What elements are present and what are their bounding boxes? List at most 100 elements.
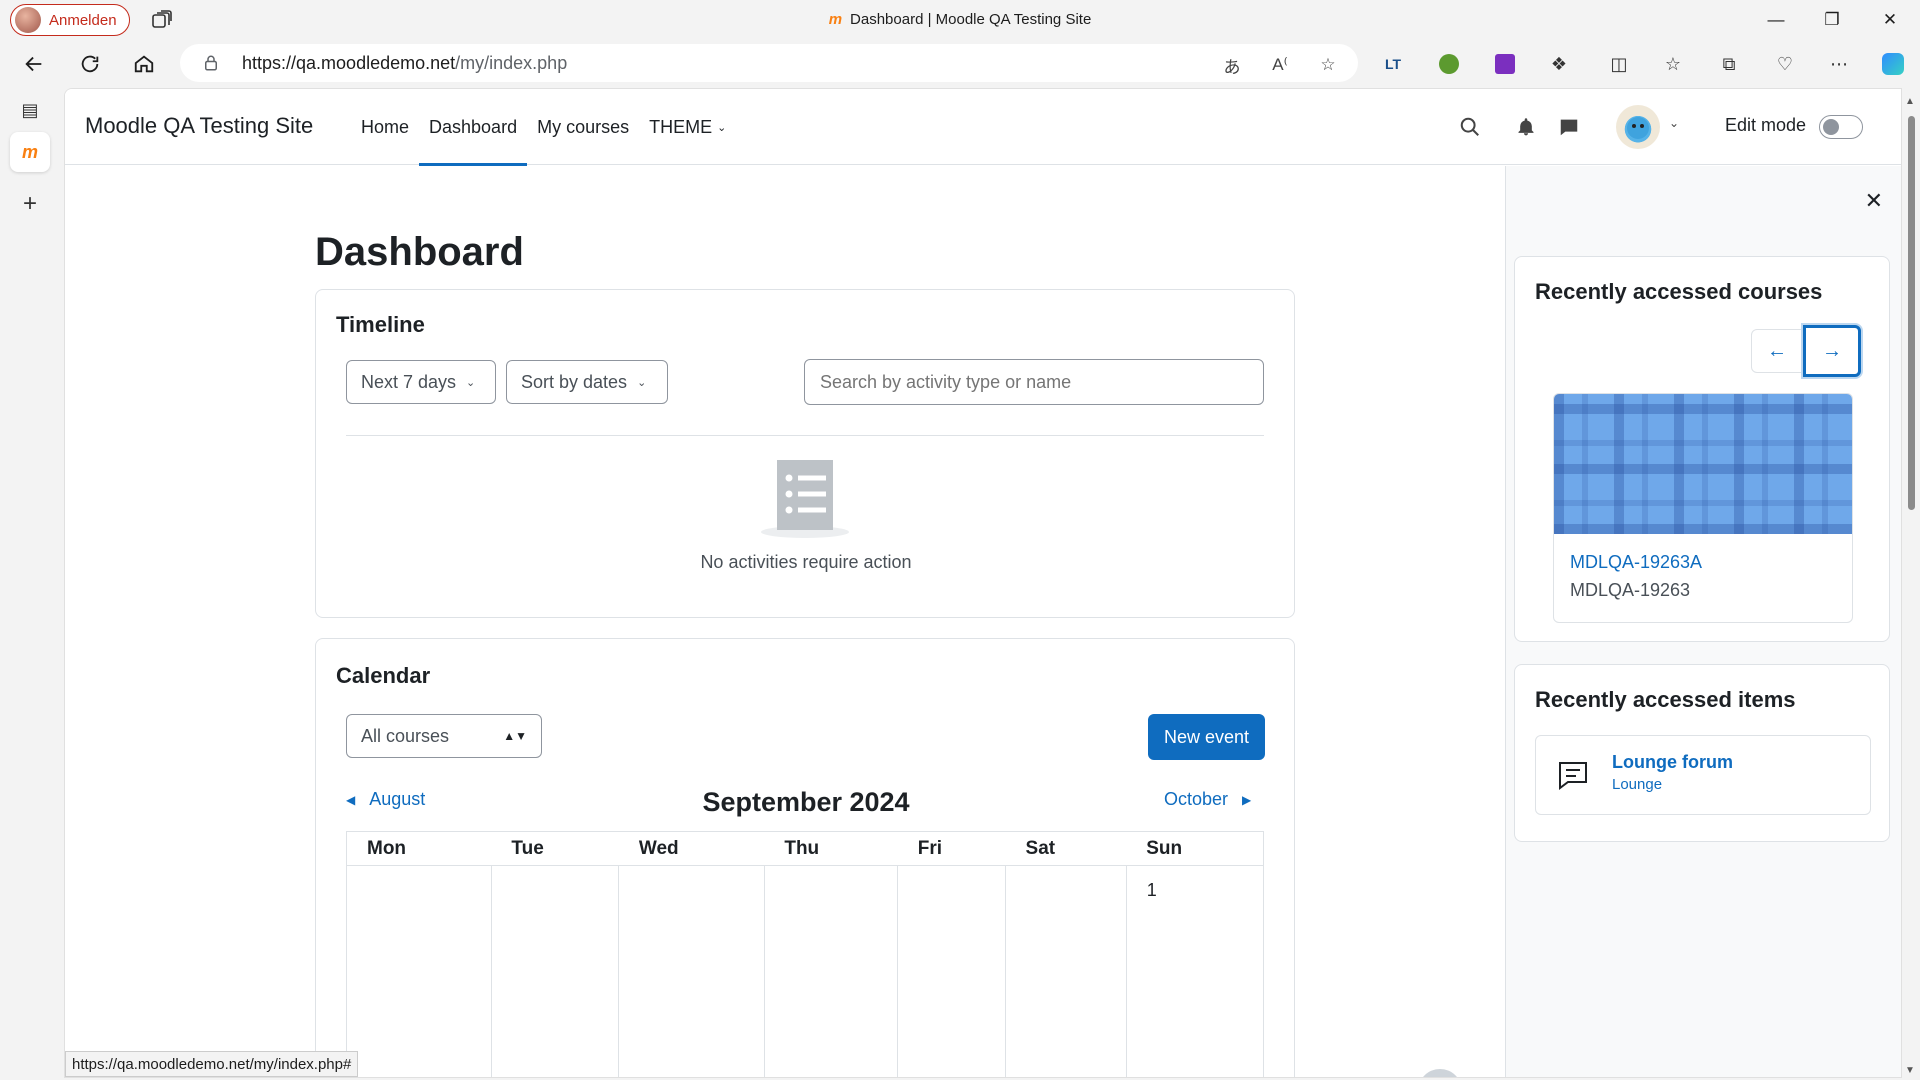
prev-arrow-icon: ◀ bbox=[346, 792, 356, 807]
course-card[interactable]: MDLQA-19263A MDLQA-19263 bbox=[1553, 393, 1853, 623]
vertical-tabs-bar: ▤ m + bbox=[0, 88, 64, 1080]
recent-courses-heading: Recently accessed courses bbox=[1535, 279, 1823, 304]
previous-arrow-icon[interactable]: ← bbox=[1751, 329, 1803, 373]
prev-month-label: August bbox=[369, 789, 426, 809]
calendar-week-row: 1 bbox=[346, 865, 1265, 1077]
course-name-link[interactable]: MDLQA-19263A bbox=[1570, 552, 1702, 573]
maximize-button[interactable]: ❐ bbox=[1804, 0, 1860, 40]
chevron-down-icon: ⌄ bbox=[466, 376, 476, 389]
next-arrow-icon: ▶ bbox=[1242, 792, 1252, 807]
user-menu-chevron-icon[interactable]: ⌄ bbox=[1669, 116, 1679, 130]
web-page: Moodle QA Testing Site Home Dashboard My… bbox=[64, 88, 1902, 1078]
browser-titlebar: Anmelden m Dashboard | Moodle QA Testing… bbox=[0, 0, 1920, 40]
divider bbox=[346, 435, 1264, 436]
month-title: September 2024 bbox=[702, 787, 910, 817]
notifications-bell-icon[interactable] bbox=[1514, 115, 1538, 139]
calendar-course-select[interactable]: All courses ▲▼ bbox=[346, 714, 542, 758]
tab-actions-icon[interactable]: ▤ bbox=[10, 90, 50, 130]
new-event-button[interactable]: New event bbox=[1148, 714, 1266, 760]
next-arrow-icon[interactable]: → bbox=[1803, 325, 1861, 377]
home-button[interactable] bbox=[126, 46, 162, 82]
range-label: Next 7 days bbox=[361, 371, 457, 392]
recent-items-heading: Recently accessed items bbox=[1535, 687, 1796, 712]
window-title-text: Dashboard | Moodle QA Testing Site bbox=[850, 11, 1092, 28]
browser-essentials-icon[interactable]: ♡ bbox=[1770, 50, 1800, 78]
edit-mode-toggle[interactable] bbox=[1819, 115, 1863, 139]
new-tab-plus-icon[interactable]: + bbox=[10, 184, 50, 224]
more-menu-icon[interactable]: ⋯ bbox=[1824, 50, 1854, 78]
calendar-day-cell[interactable]: 1 bbox=[1125, 865, 1265, 1077]
status-bar-url: https://qa.moodledemo.net/my/index.php# bbox=[65, 1051, 359, 1077]
recent-item-course[interactable]: Lounge bbox=[1612, 776, 1662, 793]
avatar-character-icon bbox=[1627, 117, 1649, 139]
recent-items-block: Recently accessed items Lounge forum Lou… bbox=[1514, 664, 1890, 842]
page-scrollbar[interactable]: ▲ ▼ bbox=[1902, 88, 1920, 1080]
messages-icon[interactable] bbox=[1557, 115, 1581, 139]
calendar-block: Calendar All courses ▲▼ New event ◀ Augus… bbox=[315, 638, 1295, 1077]
translate-icon[interactable]: あ bbox=[1220, 53, 1244, 77]
reload-button[interactable] bbox=[72, 46, 108, 82]
recent-courses-block: Recently accessed courses ← → MDLQA-1926… bbox=[1514, 256, 1890, 642]
course-category: MDLQA-19263 bbox=[1570, 580, 1691, 600]
help-button[interactable]: ? bbox=[1418, 1069, 1462, 1077]
timeline-heading: Timeline bbox=[336, 312, 425, 337]
weekday-header: Thu bbox=[764, 831, 898, 866]
extension-lt-icon[interactable]: LT bbox=[1378, 50, 1408, 78]
nav-theme-label: THEME bbox=[649, 116, 713, 137]
nav-home[interactable]: Home bbox=[351, 89, 419, 165]
favorites-list-icon[interactable]: ☆ bbox=[1658, 50, 1688, 78]
tab-moodle-dashboard[interactable]: m bbox=[10, 132, 50, 172]
weekday-header: Tue bbox=[491, 831, 619, 866]
split-screen-icon[interactable]: ◫ bbox=[1604, 50, 1634, 78]
copilot-icon[interactable] bbox=[1878, 50, 1908, 78]
read-aloud-icon[interactable]: A⁽ bbox=[1268, 53, 1292, 77]
calendar-day-cell bbox=[763, 865, 898, 1077]
onenote-icon[interactable] bbox=[1490, 50, 1520, 78]
search-icon[interactable] bbox=[1458, 115, 1482, 139]
empty-message: No activities require action bbox=[700, 552, 912, 572]
sort-label: Sort by dates bbox=[521, 371, 628, 392]
calendar-grid: Mon Tue Wed Thu Fri Sat Sun 1 bbox=[346, 831, 1265, 1077]
back-arrow-icon bbox=[25, 56, 42, 72]
close-window-button[interactable]: ✕ bbox=[1862, 0, 1918, 40]
calendar-day-cell bbox=[618, 865, 765, 1077]
nav-my-courses[interactable]: My courses bbox=[527, 89, 639, 165]
scroll-up-arrow-icon[interactable]: ▲ bbox=[1905, 96, 1915, 107]
minimize-button[interactable]: — bbox=[1748, 0, 1804, 40]
weekday-header: Fri bbox=[897, 831, 1006, 866]
empty-list-icon bbox=[761, 460, 849, 538]
scroll-down-arrow-icon[interactable]: ▼ bbox=[1905, 1065, 1915, 1076]
lock-icon[interactable] bbox=[202, 54, 220, 72]
url-path: /my/index.php bbox=[455, 52, 568, 73]
course-filter-label: All courses bbox=[361, 725, 450, 746]
chevron-down-icon: ⌄ bbox=[717, 121, 727, 134]
nav-theme[interactable]: THEME ⌄ bbox=[639, 89, 736, 165]
close-drawer-icon[interactable]: ✕ bbox=[1865, 188, 1883, 214]
prev-month-link[interactable]: ◀ August bbox=[346, 789, 425, 810]
scrollbar-thumb[interactable] bbox=[1908, 116, 1915, 510]
recent-item-name[interactable]: Lounge forum bbox=[1612, 752, 1733, 773]
url-host: https://qa.moodledemo.net bbox=[242, 52, 456, 73]
browser-toolbar: https://qa.moodledemo.net/my/index.php あ… bbox=[0, 40, 1920, 88]
nav-dashboard[interactable]: Dashboard bbox=[419, 89, 528, 166]
timeline-block: Timeline Next 7 days ⌄ Sort by dates ⌄ No … bbox=[315, 289, 1295, 618]
timeline-search-input[interactable] bbox=[804, 359, 1264, 405]
address-bar[interactable]: https://qa.moodledemo.net/my/index.php あ… bbox=[180, 44, 1358, 82]
block-drawer: ✕ Recently accessed courses ← → MDLQA-19… bbox=[1505, 166, 1901, 1077]
timeline-range-dropdown[interactable]: Next 7 days ⌄ bbox=[346, 360, 496, 404]
primary-navigation: Home Dashboard My courses THEME ⌄ bbox=[351, 89, 736, 166]
extension-shield-icon[interactable] bbox=[1434, 50, 1464, 78]
weekday-header: Wed bbox=[618, 831, 765, 866]
recent-item[interactable]: Lounge forum Lounge bbox=[1535, 735, 1871, 815]
favorite-star-icon[interactable]: ☆ bbox=[1316, 53, 1340, 77]
course-image[interactable] bbox=[1554, 394, 1852, 534]
back-button[interactable] bbox=[16, 46, 52, 82]
site-name[interactable]: Moodle QA Testing Site bbox=[85, 113, 313, 139]
user-avatar[interactable] bbox=[1616, 105, 1660, 149]
collections-icon[interactable]: ⧉ bbox=[1714, 50, 1744, 78]
next-month-link[interactable]: October ▶ bbox=[1164, 789, 1251, 810]
timeline-sort-dropdown[interactable]: Sort by dates ⌄ bbox=[506, 360, 668, 404]
calendar-day-cell bbox=[346, 865, 492, 1077]
weekday-header: Mon bbox=[346, 831, 492, 866]
extensions-puzzle-icon[interactable]: ❖ bbox=[1544, 50, 1574, 78]
